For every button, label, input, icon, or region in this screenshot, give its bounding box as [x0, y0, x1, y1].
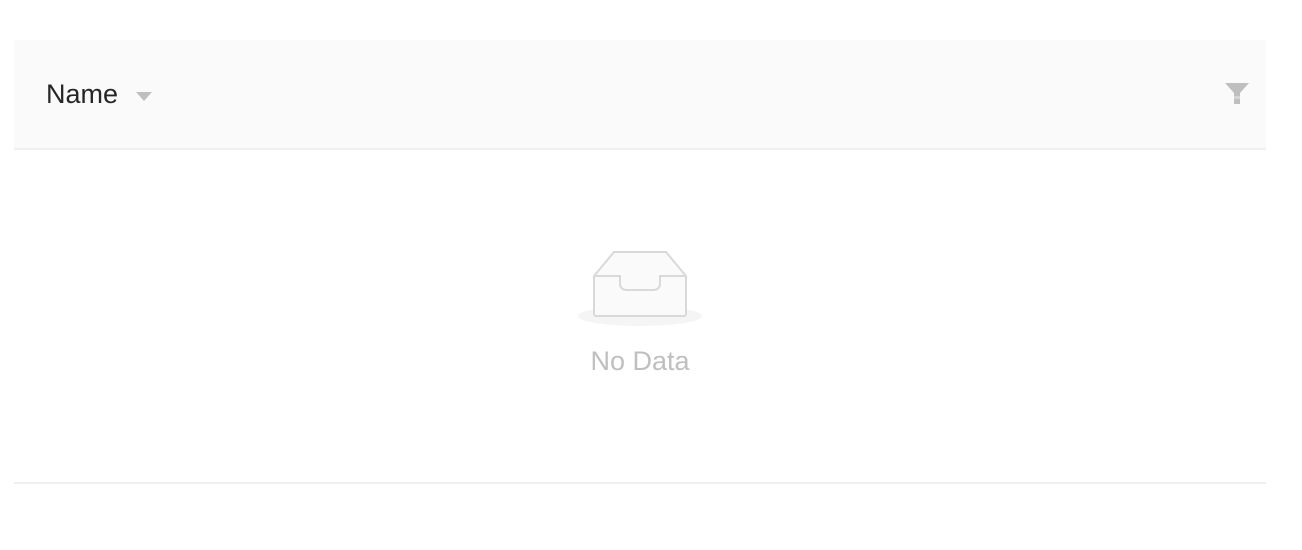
column-header-name[interactable]: Name: [46, 40, 153, 148]
caret-down-icon[interactable]: [136, 91, 153, 101]
table-header: Name: [14, 40, 1266, 150]
filter-icon[interactable]: [1224, 82, 1250, 106]
empty-text: No Data: [590, 346, 690, 376]
inbox-icon: [578, 251, 702, 326]
column-title: Name: [46, 78, 119, 109]
data-table: Name No Data: [14, 40, 1266, 484]
table-body: No Data: [14, 150, 1266, 484]
empty-state: No Data: [14, 246, 1266, 377]
